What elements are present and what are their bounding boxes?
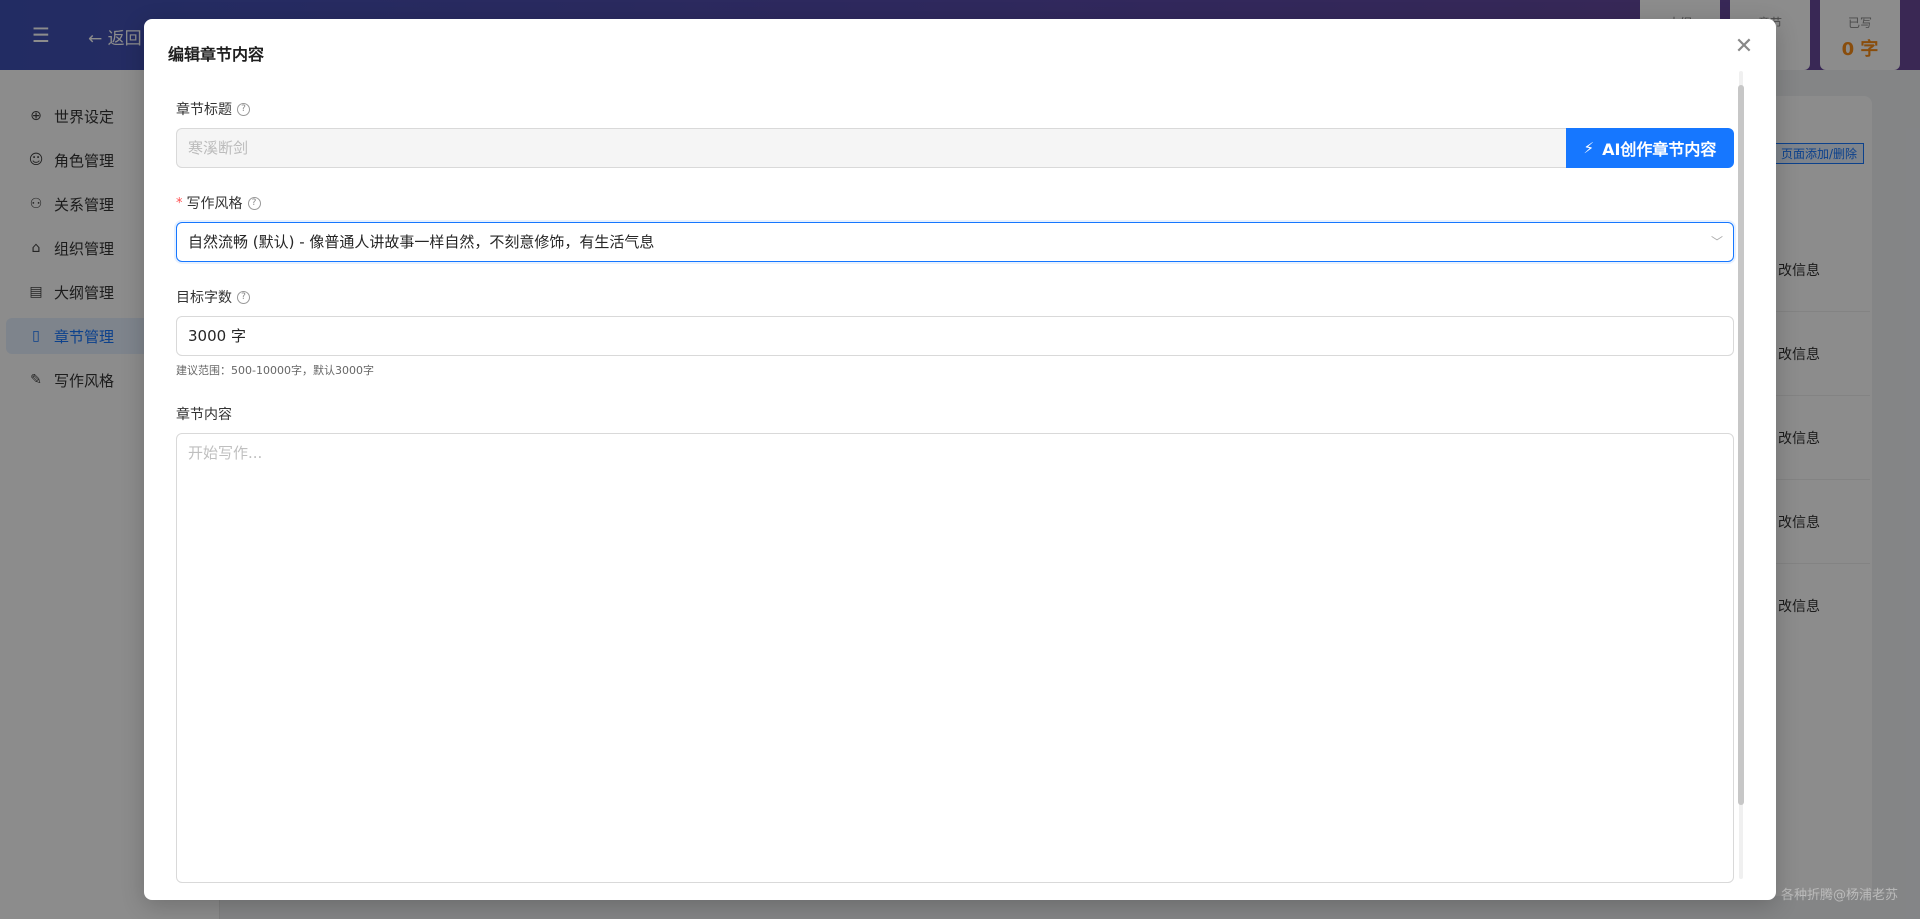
edit-chapter-modal: 编辑章节内容 ✕ 章节标题 ? 寒溪断剑 ⚡ AI创作章节内容 * 写作风格 ?… xyxy=(144,19,1776,900)
chapter-content-textarea[interactable] xyxy=(176,433,1734,883)
modal-title: 编辑章节内容 xyxy=(168,45,265,64)
lightning-icon: ⚡ xyxy=(1583,139,1595,157)
chapter-content-label: 章节内容 xyxy=(176,404,232,424)
chapter-title-label: 章节标题 ? xyxy=(176,99,250,119)
writing-style-select[interactable]: 自然流畅 (默认) - 像普通人讲故事一样自然，不刻意修饰，有生活气息 ﹀ xyxy=(176,222,1734,262)
modal-body: 章节标题 ? 寒溪断剑 ⚡ AI创作章节内容 * 写作风格 ? 自然流畅 (默认… xyxy=(176,75,1734,895)
required-mark: * xyxy=(176,195,183,211)
label-text: 章节标题 xyxy=(176,102,232,118)
chevron-down-icon: ﹀ xyxy=(1710,235,1723,249)
label-text: 章节内容 xyxy=(176,407,232,423)
writing-style-label: * 写作风格 ? xyxy=(176,193,261,213)
modal-scrollbar[interactable] xyxy=(1736,71,1746,879)
chapter-title-input[interactable]: 寒溪断剑 xyxy=(176,128,1566,168)
target-words-hint: 建议范围：500-10000字，默认3000字 xyxy=(176,364,374,377)
target-words-input[interactable]: 3000 字 xyxy=(176,316,1734,356)
target-words-label: 目标字数 ? xyxy=(176,287,250,307)
watermark: 各种折腾@杨浦老苏 xyxy=(1780,888,1898,903)
label-text: 写作风格 xyxy=(186,196,243,212)
scrollbar-thumb[interactable] xyxy=(1738,85,1744,805)
help-icon[interactable]: ? xyxy=(247,196,261,210)
help-icon[interactable]: ? xyxy=(237,290,250,304)
help-icon[interactable]: ? xyxy=(237,102,250,116)
ai-button-label: AI创作章节内容 xyxy=(1602,140,1717,159)
close-icon[interactable]: ✕ xyxy=(1732,35,1756,59)
label-text: 目标字数 xyxy=(176,290,232,306)
ai-generate-button[interactable]: ⚡ AI创作章节内容 xyxy=(1566,128,1734,168)
select-value: 自然流畅 (默认) - 像普通人讲故事一样自然，不刻意修饰，有生活气息 xyxy=(188,233,655,251)
